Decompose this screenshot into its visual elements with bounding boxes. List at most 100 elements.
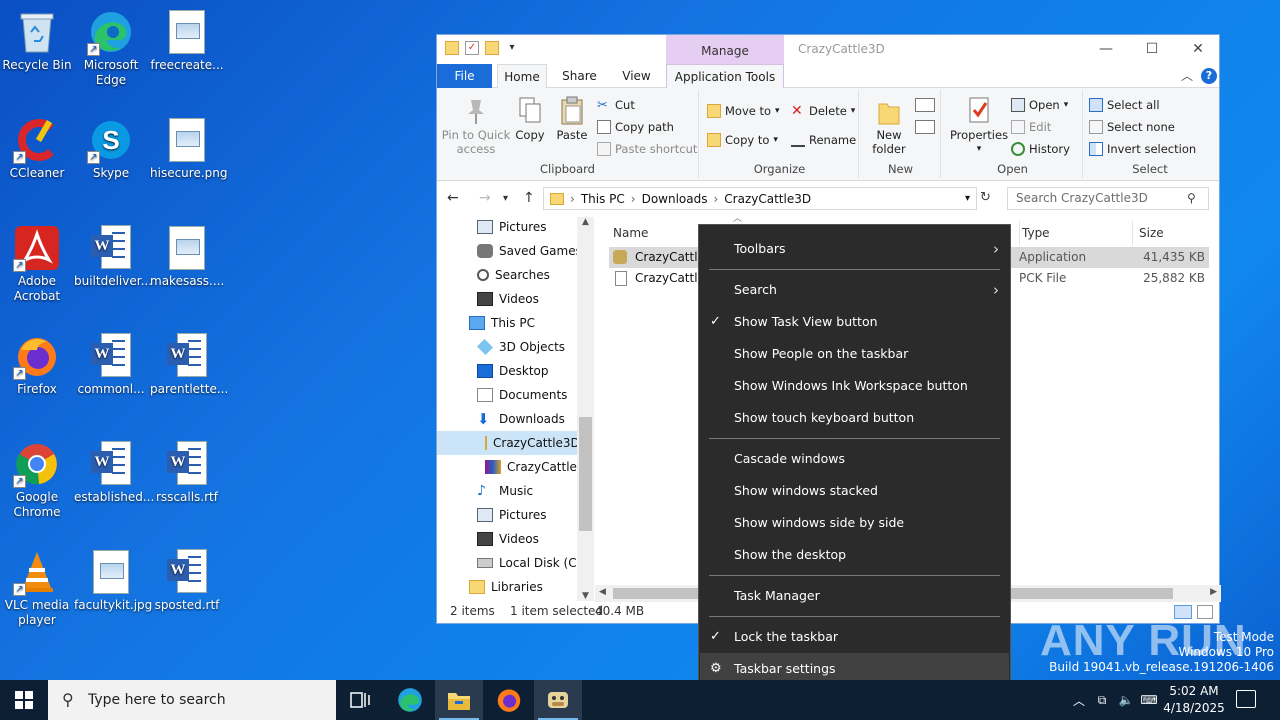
desktop-icon-rsscalls[interactable]: W rsscalls.rtf [150,440,224,505]
menu-item-windows-stacked[interactable]: Show windows stacked [700,475,1009,507]
menu-item-show-task-view[interactable]: ✓ Show Task View button [700,306,1009,338]
chevron-down-icon[interactable]: ▾ [505,41,519,55]
history-button[interactable]: History [1011,142,1070,156]
desktop-icon-makesass[interactable]: makesass.... [150,224,224,289]
menu-item-toolbars[interactable]: Toolbars › [700,233,1009,265]
properties-icon[interactable]: ✓ [465,41,479,55]
nav-item-libraries[interactable]: Libraries [469,575,543,599]
nav-item-videos-pc[interactable]: Videos [477,527,539,551]
menu-item-show-touch-keyboard[interactable]: Show touch keyboard button [700,402,1009,434]
nav-item-pictures[interactable]: Pictures [477,217,547,239]
language-icon[interactable]: ⌨ [1138,693,1160,707]
chevron-up-icon[interactable]: ︿ [1181,67,1193,84]
select-none-button[interactable]: Select none [1089,120,1175,134]
menu-item-cascade-windows[interactable]: Cascade windows [700,443,1009,475]
desktop-icon-freecreate[interactable]: freecreate... [150,8,224,73]
breadcrumb-downloads[interactable]: Downloads [642,192,708,206]
tab-home[interactable]: Home [497,64,547,89]
desktop-icon-ccleaner[interactable]: ↗ CCleaner [0,116,74,181]
menu-item-windows-side-by-side[interactable]: Show windows side by side [700,507,1009,539]
desktop-icon-firefox[interactable]: ↗ Firefox [0,332,74,397]
taskbar-edge-button[interactable] [386,680,434,720]
back-arrow-icon[interactable]: ← [447,190,459,206]
scroll-left-icon[interactable]: ◀ [599,587,606,597]
column-header-type[interactable]: Type [1019,221,1050,245]
nav-item-downloads[interactable]: ⬇ Downloads [477,407,565,431]
desktop-icon-sposted[interactable]: W sposted.rtf [150,548,224,613]
tab-file[interactable]: File [437,64,492,88]
breadcrumb-crazycattle3d[interactable]: CrazyCattle3D [724,192,811,206]
chevron-down-icon[interactable]: ▾ [965,193,970,204]
cut-button[interactable]: ✂ Cut [597,98,635,113]
menu-item-lock-taskbar[interactable]: ✓ Lock the taskbar [700,621,1009,653]
nav-item-music[interactable]: ♪ Music [477,479,533,503]
desktop-icon-chrome[interactable]: ↗ Google Chrome [0,440,74,520]
minimize-button[interactable]: — [1083,35,1129,64]
nav-item-saved-games[interactable]: Saved Games [477,239,582,263]
start-button[interactable] [0,680,48,720]
breadcrumb-this-pc[interactable]: This PC [581,192,625,206]
desktop-icon-builtdeliver[interactable]: W builtdeliver... [74,224,152,289]
desktop-icon-acrobat[interactable]: ↗ Adobe Acrobat [0,224,74,304]
taskbar-search-box[interactable]: ⚲ Type here to search [48,680,336,720]
speaker-icon[interactable]: 🔈 [1114,693,1138,707]
taskbar[interactable]: ⚲ Type here to search ︿ ⧉ 🔈 ⌨ 5:02 AM 4/… [0,680,1280,720]
open-button[interactable]: Open ▾ [1011,98,1068,112]
nav-item-desktop[interactable]: Desktop [477,359,549,383]
search-input[interactable]: Search CrazyCattle3D [1007,187,1209,210]
desktop-icon-edge[interactable]: ↗ Microsoft Edge [74,8,148,88]
desktop-icon-hisecure[interactable]: hisecure.png [150,116,227,181]
edit-button[interactable]: Edit [1011,120,1051,134]
rename-button[interactable]: Rename [791,133,856,147]
desktop-icon-skype[interactable]: S ↗ Skype [74,116,148,181]
new-item-icon[interactable] [915,98,935,112]
column-header-size[interactable]: Size [1132,221,1164,245]
desktop-icon-established[interactable]: W established... [74,440,154,505]
close-button[interactable]: ✕ [1175,35,1221,64]
paste-button[interactable]: Paste [553,96,591,142]
notification-center-icon[interactable] [1236,690,1256,708]
maximize-button[interactable]: ☐ [1129,35,1175,64]
tab-share[interactable]: Share [557,64,602,88]
copy-button[interactable]: Copy [513,96,547,142]
desktop-icon-commonl[interactable]: W commonl... [74,332,148,397]
menu-item-search[interactable]: Search › [700,274,1009,306]
desktop-icon-vlc[interactable]: ↗ VLC media player [0,548,74,628]
recent-chevron-icon[interactable]: ▾ [503,193,508,204]
nav-item-local-disk[interactable]: Local Disk (C:) [477,551,585,575]
task-view-button[interactable] [336,680,384,720]
refresh-icon[interactable]: ↻ [980,190,991,205]
tab-view[interactable]: View [614,64,659,88]
nav-item-this-pc[interactable]: This PC [469,311,535,335]
menu-item-show-desktop[interactable]: Show the desktop [700,539,1009,571]
new-folder-icon[interactable] [485,41,499,55]
desktop-icon-recycle-bin[interactable]: Recycle Bin [0,8,74,73]
tab-application-tools[interactable]: Application Tools [666,64,784,89]
move-to-button[interactable]: Move to ▾ [707,104,780,118]
menu-item-task-manager[interactable]: Task Manager [700,580,1009,612]
network-icon[interactable]: ⧉ [1090,693,1114,708]
nav-item-documents[interactable]: Documents [477,383,567,407]
scroll-right-icon[interactable]: ▶ [1210,587,1217,597]
nav-item-crazycattle3d-folder[interactable]: CrazyCattle3D [437,431,580,455]
new-folder-button[interactable]: New folder [865,96,913,156]
properties-button[interactable]: Properties ▾ [949,96,1009,156]
folder-icon[interactable] [445,41,459,55]
chevron-up-icon[interactable]: ︿ [1068,692,1090,709]
desktop-icon-parentlette[interactable]: W parentlette... [150,332,228,397]
taskbar-firefox-button[interactable] [485,680,533,720]
menu-item-show-people[interactable]: Show People on the taskbar [700,338,1009,370]
menu-item-show-ink-workspace[interactable]: Show Windows Ink Workspace button [700,370,1009,402]
select-all-button[interactable]: Select all [1089,98,1160,112]
help-icon[interactable]: ? [1201,68,1217,84]
address-bar[interactable]: › This PC › Downloads › CrazyCattle3D ▾ [543,187,977,210]
desktop-icon-facultykit[interactable]: facultykit.jpg [74,548,152,613]
column-header-name[interactable]: Name [613,221,648,245]
nav-item-pictures-pc[interactable]: Pictures [477,503,547,527]
copy-to-button[interactable]: Copy to ▾ [707,133,778,147]
copy-path-button[interactable]: Copy path [597,120,674,134]
taskbar-file-explorer-button[interactable] [435,680,483,720]
manage-context-tab[interactable]: Manage [666,35,784,64]
scroll-up-icon[interactable]: ▲ [577,217,594,227]
scroll-down-icon[interactable]: ▼ [577,591,594,601]
